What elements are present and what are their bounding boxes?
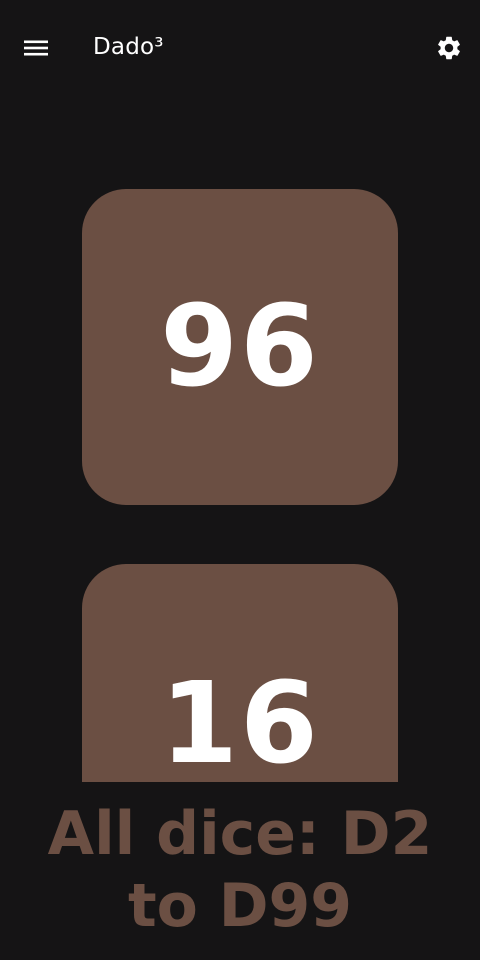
app-title: Dado³ (93, 34, 164, 60)
promo-banner: All dice: D2 to D99 (0, 798, 480, 942)
settings-button[interactable] (428, 27, 470, 69)
die-value-1: 96 (160, 282, 320, 412)
die-card-1[interactable]: 96 (82, 189, 398, 505)
promo-line-2: to D99 (127, 871, 353, 941)
menu-button[interactable] (16, 28, 56, 68)
gear-icon (438, 36, 460, 60)
app-bar: Dado³ (0, 0, 480, 96)
promo-line-1: All dice: D2 (47, 799, 433, 869)
die-value-2: 16 (160, 659, 320, 789)
hamburger-menu-icon (24, 40, 48, 56)
die-card-2[interactable]: 16 (82, 564, 398, 782)
app-screen: Dado³ 96 16 All dice: D2 to D99 (0, 0, 480, 960)
